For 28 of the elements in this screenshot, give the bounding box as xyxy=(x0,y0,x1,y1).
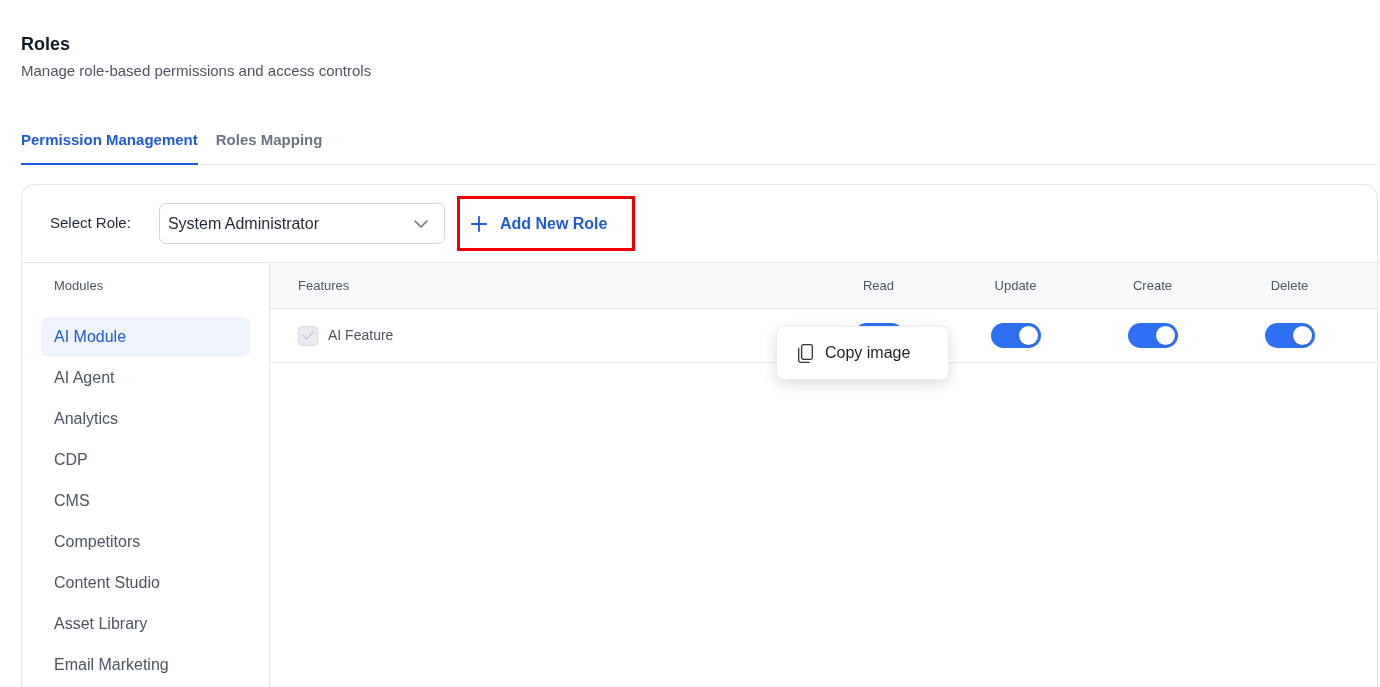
column-header: Read xyxy=(862,276,895,295)
module-item[interactable]: Competitors xyxy=(41,522,250,562)
module-item[interactable]: Asset Library xyxy=(41,604,250,644)
module-item[interactable]: Analytics xyxy=(41,399,250,439)
module-item[interactable]: CMS xyxy=(41,481,250,521)
module-item[interactable]: Content Studio xyxy=(41,563,250,603)
check-icon xyxy=(302,331,314,340)
tab[interactable]: Permission Management xyxy=(21,128,198,165)
role-select-field[interactable]: System Administrator xyxy=(158,203,445,244)
page-title: Roles xyxy=(21,33,71,56)
module-item[interactable]: Email Marketing xyxy=(41,645,250,685)
chevron-down-icon xyxy=(413,219,428,228)
page-subtitle: Manage role-based permissions and access controls xyxy=(21,61,372,81)
column-header: Delete xyxy=(1270,276,1309,295)
module-item[interactable]: AI Module xyxy=(41,317,250,357)
plus-icon xyxy=(470,215,487,232)
modules-heading: Modules xyxy=(54,277,104,296)
copy-image-menu-item[interactable]: Copy image xyxy=(777,333,948,373)
copy-icon xyxy=(798,343,813,363)
select-role-label: Select Role: xyxy=(50,213,131,234)
column-header: Features xyxy=(298,276,350,295)
tab[interactable]: Roles Mapping xyxy=(215,128,323,165)
feature-name: AI Feature xyxy=(328,326,394,345)
module-item[interactable]: CDP xyxy=(41,440,250,480)
column-header: Create xyxy=(1133,276,1172,295)
add-new-role-button[interactable]: Add New Role xyxy=(456,196,635,251)
module-item[interactable]: AI Agent xyxy=(41,358,250,398)
column-header: Update xyxy=(994,276,1037,295)
